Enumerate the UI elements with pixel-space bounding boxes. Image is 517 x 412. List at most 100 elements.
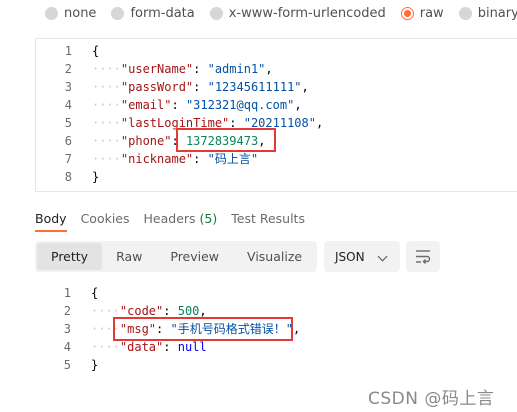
radio-icon[interactable] — [209, 6, 223, 20]
code-token: 500 — [177, 304, 200, 318]
code-token: ···· — [92, 80, 121, 94]
body-type-bar: none form-data x-www-form-urlencoded raw bin… — [0, 0, 517, 26]
body-type-label: binary — [477, 5, 517, 21]
line-number: 3 — [64, 80, 72, 94]
code-token: , — [315, 116, 324, 130]
code-text: { — [92, 42, 99, 60]
format-segmented-control: Pretty Raw Preview Visualize — [35, 241, 317, 272]
code-token: ···· — [91, 340, 120, 354]
radio-icon[interactable] — [111, 6, 125, 20]
body-type-option[interactable]: x-www-form-urlencoded — [209, 5, 386, 21]
code-line: 4 ····"email": "312321@qq.com", — [36, 96, 517, 114]
msg-highlight-box — [113, 317, 293, 341]
tab-test-results[interactable]: Test Results — [231, 210, 305, 232]
line-number: 7 — [64, 152, 72, 166]
code-token: : — [163, 340, 178, 354]
line-number: 3 — [63, 322, 71, 336]
line-number: 8 — [64, 170, 72, 184]
code-text: } — [92, 168, 99, 186]
code-line: 6 ····"phone": 1372839473, — [36, 132, 517, 150]
code-token: , — [294, 98, 302, 112]
code-token: } — [91, 358, 99, 372]
code-token: , — [301, 80, 309, 94]
code-token: "data" — [119, 340, 164, 354]
tab-headers[interactable]: Headers (5) — [144, 210, 218, 232]
request-body-editor[interactable]: 1{2 ····"userName": "admin1", 3 ····"passWo… — [35, 38, 517, 192]
code-line: 5} — [35, 356, 517, 374]
tab-cookies[interactable]: Cookies — [81, 210, 130, 232]
format-option-visualize[interactable]: Visualize — [233, 243, 316, 270]
code-text: ····"email": "312321@qq.com", — [92, 96, 302, 114]
csdn-watermark: CSDN @码上言 — [368, 389, 495, 409]
code-token: "email" — [120, 98, 172, 112]
language-select[interactable]: JSON — [324, 241, 400, 272]
line-number: 2 — [63, 304, 71, 318]
code-token: { — [92, 44, 100, 58]
code-line: 5 ····"lastLoginTime": "20211108", — [36, 114, 517, 132]
format-option-raw[interactable]: Raw — [102, 243, 156, 270]
code-token: : — [171, 98, 186, 112]
line-number: 2 — [64, 62, 72, 76]
body-type-option[interactable]: binary — [458, 5, 517, 21]
line-number: 4 — [64, 98, 72, 112]
body-type-label: none — [64, 5, 97, 21]
code-text: ····"passWord": "12345611111", — [92, 78, 309, 96]
code-token: null — [177, 340, 207, 354]
code-token: "12345611111" — [207, 80, 302, 94]
code-line: 2 ····"userName": "admin1", — [36, 60, 517, 78]
code-token: , — [265, 62, 273, 76]
code-text: { — [91, 284, 98, 302]
chevron-down-icon — [377, 251, 388, 262]
code-token: "passWord" — [120, 80, 194, 94]
code-token: } — [92, 170, 100, 184]
code-token: : — [193, 62, 208, 76]
code-token: "admin1" — [207, 62, 266, 76]
tab-body-label: Body — [35, 211, 67, 226]
body-type-option[interactable]: form-data — [111, 6, 195, 21]
line-number: 1 — [63, 286, 71, 300]
code-text: ····"nickname": "码上言" — [92, 150, 258, 168]
wrap-lines-button[interactable] — [406, 241, 440, 272]
code-token: : — [193, 80, 208, 94]
body-type-label: x-www-form-urlencoded — [228, 5, 386, 21]
line-number: 6 — [64, 134, 72, 148]
tab-cookies-label: Cookies — [80, 211, 130, 226]
line-number: 1 — [64, 44, 72, 58]
wrap-lines-icon — [416, 250, 431, 264]
headers-count-badge: (5) — [199, 211, 218, 226]
radio-icon[interactable] — [45, 6, 58, 20]
code-token: "phone" — [120, 134, 172, 148]
tab-headers-label: Headers — [143, 211, 196, 226]
code-token: ···· — [91, 304, 120, 318]
code-line: 1{ — [35, 284, 517, 302]
code-line: 3 ····"passWord": "12345611111", — [36, 78, 517, 96]
code-line: 7 ····"nickname": "码上言" — [36, 150, 517, 168]
code-token: , — [292, 322, 301, 336]
code-token: ···· — [92, 134, 121, 148]
code-token: "userName" — [120, 62, 194, 76]
code-token: : — [163, 304, 178, 318]
format-option-pretty[interactable]: Pretty — [37, 243, 103, 270]
format-option-preview[interactable]: Preview — [156, 243, 233, 270]
code-token: "312321@qq.com" — [185, 98, 295, 112]
body-type-option[interactable]: raw — [400, 6, 444, 21]
tab-test-results-label: Test Results — [231, 211, 305, 226]
phone-highlight-box — [176, 128, 276, 152]
radio-icon[interactable] — [458, 6, 472, 20]
code-text: } — [91, 356, 98, 374]
tab-body[interactable]: Body — [35, 210, 67, 232]
code-token: ···· — [92, 98, 121, 112]
code-token: "nickname" — [120, 152, 194, 166]
code-line: 8} — [36, 168, 517, 186]
code-text: ····"userName": "admin1", — [92, 60, 273, 78]
radio-selected-icon[interactable] — [400, 6, 414, 20]
code-token: : — [193, 152, 208, 166]
code-token: , — [199, 304, 207, 318]
line-number: 5 — [63, 358, 71, 372]
code-token: "code" — [119, 304, 164, 318]
code-token: ···· — [92, 62, 121, 76]
body-type-option[interactable]: none — [45, 6, 96, 21]
code-token: "码上言" — [207, 152, 259, 166]
code-token: ···· — [92, 152, 121, 166]
response-tabs: Body Cookies Headers (5) Test Results — [35, 210, 319, 232]
